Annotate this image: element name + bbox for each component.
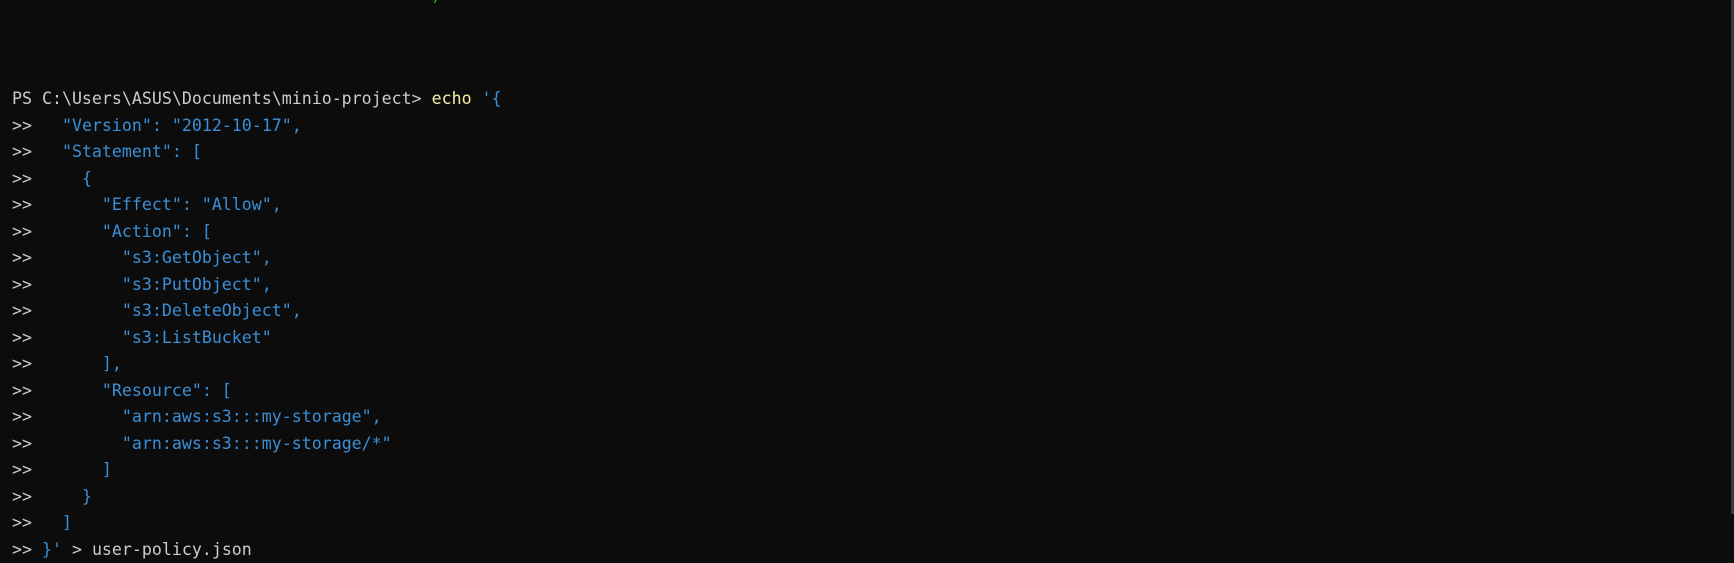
- string-literal: '{: [472, 89, 502, 108]
- prompt-marker: > user-policy.json: [62, 540, 252, 559]
- continuation-line: >> }' > user-policy.json: [12, 537, 502, 563]
- continuation-line: >> "arn:aws:s3:::my-storage",: [12, 404, 502, 431]
- prompt-line: PS C:\Users\ASUS\Documents\minio-project…: [12, 86, 502, 113]
- continuation-line: >> "s3:PutObject",: [12, 272, 502, 299]
- continuation-line: >> "Version": "2012-10-17",: [12, 113, 502, 140]
- string-literal: ]: [42, 460, 112, 479]
- string-literal: "Action": [: [42, 222, 212, 241]
- prompt-marker: >>: [12, 116, 42, 135]
- string-literal: "s3:GetObject",: [42, 248, 272, 267]
- string-literal: "s3:PutObject",: [42, 275, 272, 294]
- blank-line: [12, 33, 502, 60]
- string-literal: "Version": "2012-10-17",: [42, 116, 302, 135]
- prompt-text: PS C:\Users\ASUS\Documents\minio-project…: [12, 89, 432, 108]
- prompt-marker: >>: [12, 301, 42, 320]
- continuation-line: >> {: [12, 166, 502, 193]
- continuation-line: >> "Statement": [: [12, 139, 502, 166]
- continuation-line: >> "s3:ListBucket": [12, 325, 502, 352]
- string-literal: }: [42, 487, 92, 506]
- terminal-output[interactable]: PS C:\Users\ASUS\Documents\minio-project…: [12, 0, 502, 563]
- prompt-marker: >>: [12, 513, 42, 532]
- string-literal: {: [42, 169, 92, 188]
- continuation-line: >> "Action": [: [12, 219, 502, 246]
- string-literal: "Resource": [: [42, 381, 232, 400]
- string-literal: "s3:DeleteObject",: [42, 301, 302, 320]
- prompt-marker: >>: [12, 169, 42, 188]
- string-literal: "arn:aws:s3:::my-storage/*": [42, 434, 392, 453]
- prompt-marker: >>: [12, 222, 42, 241]
- prompt-marker: >>: [12, 540, 42, 559]
- prompt-marker: >>: [12, 248, 42, 267]
- continuation-line: >> ]: [12, 457, 502, 484]
- prompt-marker: >>: [12, 434, 42, 453]
- continuation-line: >> "arn:aws:s3:::my-storage/*": [12, 431, 502, 458]
- string-literal: "Effect": "Allow",: [42, 195, 282, 214]
- prompt-marker: >>: [12, 328, 42, 347]
- string-literal: "Statement": [: [42, 142, 202, 161]
- string-literal: "arn:aws:s3:::my-storage",: [42, 407, 382, 426]
- string-literal: }': [42, 540, 62, 559]
- continuation-line: >> "Resource": [: [12, 378, 502, 405]
- prompt-marker: >>: [12, 275, 42, 294]
- continuation-line: >> }: [12, 484, 502, 511]
- prompt-marker: >>: [12, 142, 42, 161]
- prompt-marker: >>: [12, 195, 42, 214]
- continuation-line: >> "s3:GetObject",: [12, 245, 502, 272]
- prompt-marker: >>: [12, 487, 42, 506]
- prompt-marker: >>: [12, 460, 42, 479]
- string-literal: "s3:ListBucket": [42, 328, 272, 347]
- continuation-line: >> "s3:DeleteObject",: [12, 298, 502, 325]
- prompt-marker: >>: [12, 381, 42, 400]
- string-literal: ],: [42, 354, 122, 373]
- command-keyword: echo: [432, 89, 472, 108]
- continuation-line: >> ],: [12, 351, 502, 378]
- prompt-marker: >>: [12, 354, 42, 373]
- continuation-line: >> "Effect": "Allow",: [12, 192, 502, 219]
- string-literal: ]: [42, 513, 72, 532]
- prompt-marker: >>: [12, 407, 42, 426]
